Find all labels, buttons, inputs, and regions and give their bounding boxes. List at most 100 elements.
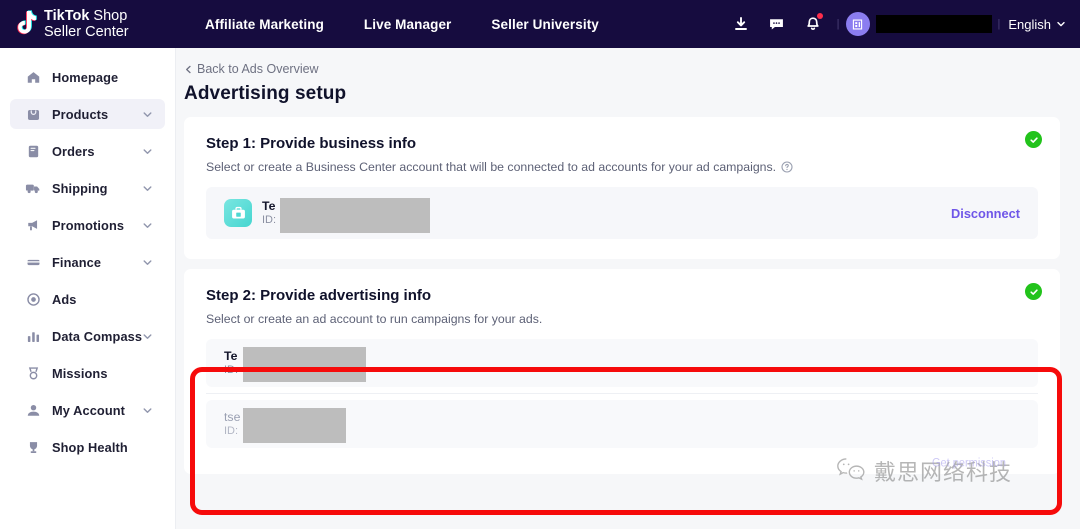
chevron-down-icon[interactable] [142, 220, 153, 231]
sidebar-item-orders[interactable]: Orders [10, 136, 165, 166]
message-icon[interactable] [759, 0, 795, 48]
business-center-account-row[interactable]: Te ID: Disconnect [206, 187, 1038, 239]
chevron-down-icon[interactable] [142, 146, 153, 157]
ad-account-id: ID: [224, 364, 239, 376]
step-1-subtitle-row: Select or create a Business Center accou… [206, 160, 1038, 174]
brand-logo-area[interactable]: TikTok Shop Seller Center [0, 8, 180, 40]
sidebar-item-finance[interactable]: Finance [10, 247, 165, 277]
back-to-ads-overview-link[interactable]: Back to Ads Overview [184, 62, 1060, 76]
sidebar-item-my-account[interactable]: My Account [10, 395, 165, 425]
chevron-down-icon[interactable] [142, 257, 153, 268]
nav-seller-university[interactable]: Seller University [491, 17, 599, 32]
app-window: TikTok Shop Seller Center Affiliate Mark… [0, 0, 1080, 529]
username-redacted [875, 15, 992, 33]
sidebar-item-homepage[interactable]: Homepage [10, 62, 165, 92]
language-selector[interactable]: English [1008, 17, 1066, 32]
step-2-subtitle: Select or create an ad account to run ca… [206, 312, 543, 326]
top-navigation-bar: TikTok Shop Seller Center Affiliate Mark… [0, 0, 1080, 48]
notification-bell-icon[interactable] [795, 0, 831, 48]
sidebar-item-products[interactable]: Products [10, 99, 165, 129]
sidebar-item-ads[interactable]: Ads [10, 284, 165, 314]
trophy-icon [24, 438, 42, 456]
ad-account-id: ID: [224, 425, 239, 437]
sidebar-label-finance: Finance [52, 254, 102, 270]
ad-account-name: tse [224, 410, 241, 424]
ad-account-meta: Te ID: [224, 347, 366, 382]
sidebar-item-data-compass[interactable]: Data Compass [10, 321, 165, 351]
chevron-down-icon[interactable] [142, 183, 153, 194]
ads-target-icon [24, 290, 42, 308]
nav-affiliate-marketing[interactable]: Affiliate Marketing [205, 17, 324, 32]
sidebar-item-shipping[interactable]: Shipping [10, 173, 165, 203]
briefcase-icon [224, 199, 252, 227]
watermark-ghost-text: Get permission [932, 456, 1006, 470]
ad-account-row[interactable]: tse ID: [206, 400, 1038, 448]
back-link-label: Back to Ads Overview [197, 62, 319, 76]
checkmark-icon [1029, 288, 1038, 295]
checkmark-icon [1029, 136, 1038, 143]
bag-icon [24, 105, 42, 123]
step-1-card: Step 1: Provide business info Select or … [184, 117, 1060, 259]
sidebar-label-products: Products [52, 106, 109, 122]
step-2-title: Step 2: Provide advertising info [206, 287, 432, 304]
nav-separator-2: | [997, 18, 1001, 30]
sidebar-label-shop-health: Shop Health [52, 439, 128, 455]
brand-title-line1: TikTok Shop [44, 8, 129, 24]
chevron-down-icon[interactable] [142, 109, 153, 120]
medal-icon [24, 364, 42, 382]
ad-accounts-list: Te ID: tse ID: [206, 339, 1038, 448]
sidebar-label-ads: Ads [52, 291, 77, 307]
primary-nav-links: Affiliate Marketing Live Manager Seller … [205, 17, 599, 32]
home-icon [24, 68, 42, 86]
step-2-card: Step 2: Provide advertising info Select … [184, 269, 1060, 474]
page-title: Advertising setup [184, 83, 347, 104]
sidebar-label-my-account: My Account [52, 402, 126, 418]
business-center-id-redaction [280, 198, 430, 233]
nav-live-manager[interactable]: Live Manager [364, 17, 451, 32]
ad-account-row[interactable]: Te ID: [206, 339, 1038, 387]
avatar[interactable] [845, 12, 870, 36]
tiktok-note-icon [12, 9, 38, 39]
nav-right-actions: | | English [723, 0, 1080, 48]
step-1-title: Step 1: Provide business info [206, 135, 417, 152]
chevron-down-icon[interactable] [142, 331, 153, 342]
language-label: English [1008, 16, 1051, 32]
sidebar-label-data-compass: Data Compass [52, 328, 143, 344]
chevron-down-icon[interactable] [142, 405, 153, 416]
sidebar-item-promotions[interactable]: Promotions [10, 210, 165, 240]
download-icon[interactable] [723, 0, 759, 48]
step-1-subtitle: Select or create a Business Center accou… [206, 160, 777, 174]
sidebar-label-promotions: Promotions [52, 217, 125, 233]
business-center-account-name: Te [262, 199, 276, 213]
help-circle-icon[interactable] [781, 161, 793, 173]
truck-icon [24, 179, 42, 197]
notification-badge-dot [816, 13, 823, 19]
business-center-account-id: ID: [262, 214, 277, 226]
ad-account-id-redaction [243, 408, 346, 443]
step-2-status-badge [1025, 283, 1042, 300]
person-icon [24, 401, 42, 419]
wechat-icon [836, 456, 866, 487]
sidebar-label-missions: Missions [52, 365, 108, 381]
bar-chart-icon [24, 327, 42, 345]
sidebar-label-homepage: Homepage [52, 69, 119, 85]
brand-tiktok-word: TikTok [44, 7, 90, 24]
megaphone-icon [24, 216, 42, 234]
sidebar-item-shop-health[interactable]: Shop Health [10, 432, 165, 462]
wechat-watermark: 戴思网络科技 Get permission [836, 455, 1012, 487]
step-2-subtitle-row: Select or create an ad account to run ca… [206, 312, 1038, 326]
sidebar-item-missions[interactable]: Missions [10, 358, 165, 388]
ad-account-id-redaction [243, 347, 366, 382]
brand-shop-word: Shop [89, 7, 128, 24]
chevron-left-icon [186, 65, 191, 73]
disconnect-button[interactable]: Disconnect [951, 206, 1020, 221]
chevron-down-icon [1057, 21, 1065, 27]
order-book-icon [24, 142, 42, 160]
nav-separator-1: | [836, 18, 840, 30]
business-center-account-meta: Te ID: [262, 198, 430, 233]
step-1-status-badge [1025, 131, 1042, 148]
sidebar-label-orders: Orders [52, 143, 95, 159]
sidebar-label-shipping: Shipping [52, 180, 108, 196]
brand-title-line2: Seller Center [44, 24, 129, 40]
sidebar: Homepage Products Orders Shipping Promot… [0, 48, 176, 529]
